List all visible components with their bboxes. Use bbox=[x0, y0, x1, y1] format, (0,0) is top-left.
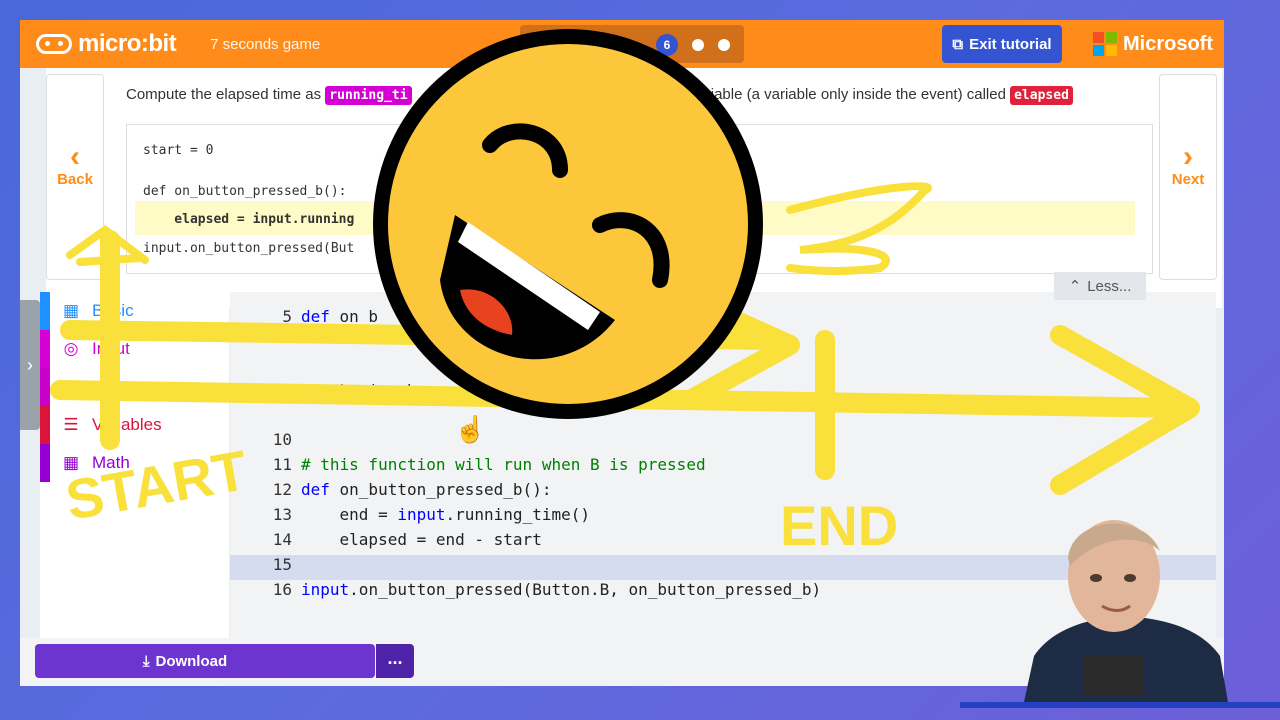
microsoft-label: Microsoft bbox=[1123, 32, 1213, 55]
hint-line: def on_button_pressed_b(): bbox=[143, 184, 347, 199]
category-label: Variables bbox=[92, 415, 162, 434]
category-label: Math bbox=[92, 453, 130, 472]
top-bar: micro:bit 7 seconds game 6 ⧉ Exit tutori… bbox=[20, 20, 1224, 68]
toolbox: ▦ Basic ◎ Input ☰ Variables ▦ Math bbox=[40, 292, 229, 638]
line-number: 11 bbox=[272, 455, 292, 474]
webcam-presenter bbox=[1024, 506, 1228, 702]
tutorial-code-hint: start = 0 def on_button_pressed_b(): ela… bbox=[126, 124, 1153, 274]
chevron-right-icon: › bbox=[1183, 140, 1193, 173]
chevron-left-icon: ‹ bbox=[70, 140, 80, 173]
instruction-text-mid: variable (a variable only inside the eve… bbox=[689, 86, 1006, 103]
microsoft-logo[interactable]: Microsoft bbox=[1093, 32, 1213, 56]
line-number: 13 bbox=[272, 505, 292, 524]
exit-tutorial-label: Exit tutorial bbox=[969, 35, 1052, 53]
code-token: basic.show bbox=[301, 381, 436, 400]
toolbox-category[interactable]: ◎ Input bbox=[40, 330, 229, 368]
code-line[interactable]: 10 bbox=[230, 430, 1216, 455]
tutorial-instruction: Compute the elapsed time as running_ti v… bbox=[126, 86, 1073, 105]
code-token: # this function will run when B is press… bbox=[301, 455, 706, 474]
category-color-bar bbox=[40, 330, 50, 368]
category-color-bar bbox=[40, 444, 50, 482]
next-label: Next bbox=[1171, 171, 1205, 188]
download-icon: ⤓ bbox=[142, 652, 150, 670]
microbit-logo-icon bbox=[36, 34, 72, 54]
step-dot-7[interactable] bbox=[692, 39, 704, 51]
microsoft-grid-icon bbox=[1093, 32, 1117, 56]
download-label: Download bbox=[155, 652, 228, 670]
hint-line: start = 0 bbox=[143, 143, 214, 158]
less-toggle[interactable]: ⌃ Less... bbox=[1054, 272, 1146, 300]
code-token: input bbox=[301, 580, 350, 599]
expand-toolbox-handle[interactable]: › bbox=[20, 300, 40, 430]
bottom-accent-line bbox=[960, 702, 1280, 708]
calculator-icon: ▦ bbox=[62, 453, 80, 472]
mouse-pointer-icon: ☝ bbox=[454, 414, 487, 444]
hint-line: input.on_button_pressed(But bbox=[143, 241, 355, 256]
code-token: def bbox=[301, 307, 340, 326]
less-label: Less... bbox=[1087, 277, 1132, 295]
tutorial-panel: ‹ Back Compute the elapsed time as runni… bbox=[46, 68, 1222, 308]
external-link-icon: ⧉ bbox=[952, 35, 964, 53]
step-dot-8[interactable] bbox=[718, 39, 730, 51]
code-line[interactable]: 5 def on_b bbox=[230, 307, 1216, 332]
instruction-text-start: Compute the elapsed time as bbox=[126, 86, 322, 103]
microbit-logo[interactable]: micro:bit bbox=[36, 30, 177, 58]
back-label: Back bbox=[57, 171, 93, 188]
code-line[interactable]: 11 # this function will run when B is pre… bbox=[230, 455, 1216, 480]
line-number: 12 bbox=[272, 480, 292, 499]
next-button[interactable]: › Next bbox=[1159, 74, 1217, 280]
more-options-button[interactable]: ... bbox=[376, 644, 414, 678]
category-color-bar bbox=[40, 368, 50, 406]
line-number: 16 bbox=[272, 580, 292, 599]
toolbox-category[interactable]: ☰ Variables bbox=[40, 406, 229, 444]
code-token: end = bbox=[301, 505, 398, 524]
tutorial-title: 7 seconds game bbox=[210, 35, 321, 53]
code-token: .on_button_pressed(Button.B, on_button_p… bbox=[349, 580, 822, 599]
category-color-bar bbox=[40, 406, 50, 444]
category-color-bar bbox=[40, 292, 50, 330]
line-number: 14 bbox=[272, 530, 292, 549]
target-icon: ◎ bbox=[63, 339, 79, 358]
line-number: 15 bbox=[272, 555, 292, 574]
step-progress: 6 bbox=[520, 25, 744, 63]
code-token: def bbox=[301, 480, 340, 499]
brand-name: micro:bit bbox=[78, 30, 177, 57]
code-line[interactable]: 12 def on_button_pressed_b(): bbox=[230, 480, 1216, 505]
category-label: Input bbox=[92, 339, 130, 358]
elapsed-chip: elapsed bbox=[1010, 86, 1073, 105]
list-icon: ☰ bbox=[63, 415, 79, 434]
code-token: on_button_pressed_b(): bbox=[339, 480, 552, 499]
toolbox-category[interactable]: ▦ Basic bbox=[40, 292, 229, 330]
download-button[interactable]: ⤓ Download bbox=[35, 644, 375, 678]
category-label: Basic bbox=[92, 301, 134, 320]
line-number: 8 bbox=[282, 381, 292, 400]
hint-line: elapsed = input.running bbox=[143, 212, 355, 227]
current-step-badge[interactable]: 6 bbox=[656, 34, 678, 56]
chevron-up-icon: ⌃ bbox=[1068, 278, 1082, 295]
code-token: elapsed = end - start bbox=[301, 530, 542, 549]
code-token: on_b bbox=[339, 307, 379, 326]
code-line[interactable]: 8 basic.show bbox=[230, 381, 1216, 406]
grid-icon: ▦ bbox=[62, 301, 80, 320]
running-time-chip: running_ti bbox=[325, 86, 412, 105]
back-button[interactable]: ‹ Back bbox=[46, 74, 104, 280]
toolbox-category[interactable] bbox=[40, 368, 229, 406]
line-number: 10 bbox=[272, 430, 292, 449]
toolbox-category[interactable]: ▦ Math bbox=[40, 444, 229, 482]
code-token: input bbox=[397, 505, 446, 524]
line-number: 5 bbox=[282, 307, 292, 326]
exit-tutorial-button[interactable]: ⧉ Exit tutorial bbox=[942, 25, 1062, 63]
code-token: .running_time() bbox=[445, 505, 591, 524]
